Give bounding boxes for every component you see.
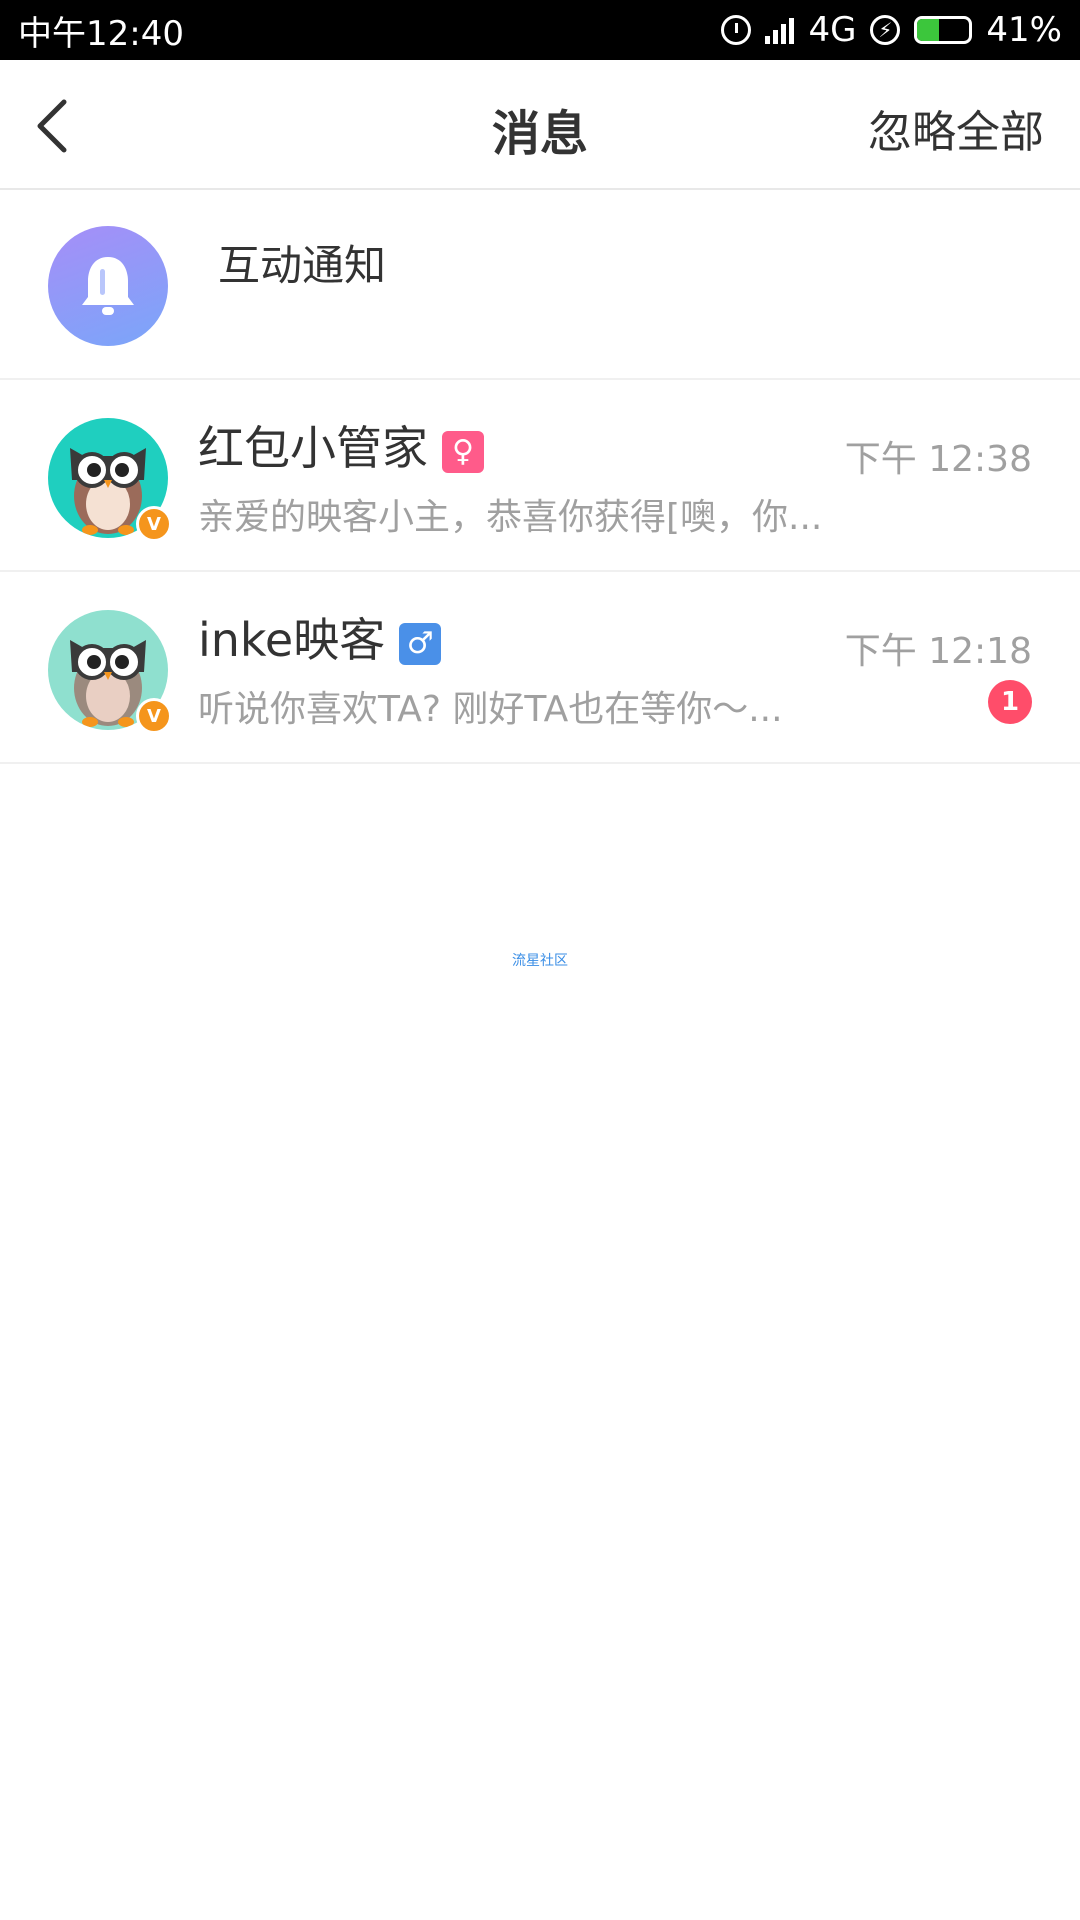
contact-name-text: inke映客: [198, 613, 386, 667]
network-type: 4G: [808, 10, 857, 50]
ignore-all-button[interactable]: 忽略全部: [868, 96, 1044, 160]
bell-icon: [82, 257, 134, 315]
unread-count-badge: 1: [988, 680, 1032, 724]
status-bar: 中午12:40 4G ⚡ 41%: [0, 0, 1080, 60]
watermark-text: 流星社区: [512, 953, 568, 969]
signal-icon: [765, 16, 795, 44]
battery-icon: [914, 16, 973, 44]
conversation-row[interactable]: V 红包小管家 ♀ 下午 12:38 亲爱的映客小主，恭喜你获得[噢，你...: [0, 382, 1080, 572]
status-icons: 4G ⚡ 41%: [721, 10, 1062, 50]
bell-avatar: [48, 226, 168, 346]
charging-icon: ⚡: [870, 15, 901, 45]
interaction-notifications-row[interactable]: 互动通知: [0, 190, 1080, 380]
contact-name: 红包小管家 ♀: [198, 412, 484, 478]
battery-percent: 41%: [986, 10, 1062, 50]
conversation-row[interactable]: V inke映客 ♂ 下午 12:18 听说你喜欢TA? 刚好TA也在等你～...…: [0, 574, 1080, 764]
message-time: 下午 12:18: [844, 631, 1032, 672]
header-bar: 消息 忽略全部: [0, 60, 1080, 190]
contact-name-text: 红包小管家: [198, 421, 428, 475]
verified-badge: V: [136, 506, 172, 542]
status-time: 中午12:40: [18, 13, 184, 54]
alarm-icon: [721, 15, 752, 45]
message-preview: 亲爱的映客小主，恭喜你获得[噢，你...: [198, 497, 823, 538]
message-time: 下午 12:38: [844, 439, 1032, 480]
notification-label: 互动通知: [218, 241, 387, 290]
female-icon: ♀: [442, 430, 484, 473]
contact-name: inke映客 ♂: [198, 604, 442, 670]
verified-badge: V: [136, 698, 172, 734]
male-icon: ♂: [399, 622, 442, 665]
message-preview: 听说你喜欢TA? 刚好TA也在等你～...: [198, 689, 783, 730]
